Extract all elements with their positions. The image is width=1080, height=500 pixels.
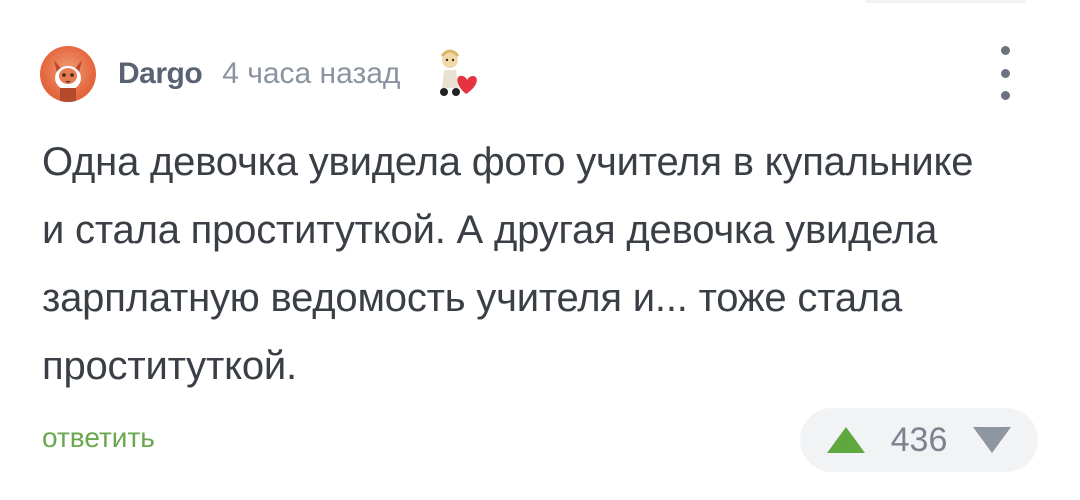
- comment-text: Одна девочка увидела фото учителя в купа…: [42, 140, 974, 388]
- triangle-up-icon: [827, 427, 865, 453]
- doll-heart-badge-icon: [432, 46, 480, 102]
- vote-box: 436: [800, 408, 1038, 472]
- kebab-menu-icon[interactable]: [990, 46, 1020, 100]
- downvote-button[interactable]: [970, 423, 1014, 457]
- comment-time: 4 часа назад: [222, 57, 401, 90]
- author-name[interactable]: Dargo: [118, 57, 203, 91]
- comment-header: Dargo 4 часа назад: [40, 44, 480, 104]
- reply-link[interactable]: ответить: [42, 422, 155, 454]
- fox-avatar-icon: [54, 60, 82, 102]
- top-divider: [866, 0, 1026, 3]
- menu-dot: [1000, 68, 1010, 78]
- menu-dot: [1000, 91, 1010, 100]
- vote-score: 436: [890, 420, 948, 459]
- avatar[interactable]: [40, 46, 96, 102]
- upvote-button[interactable]: [824, 423, 868, 457]
- menu-dot: [1000, 46, 1010, 55]
- triangle-down-icon: [972, 427, 1011, 453]
